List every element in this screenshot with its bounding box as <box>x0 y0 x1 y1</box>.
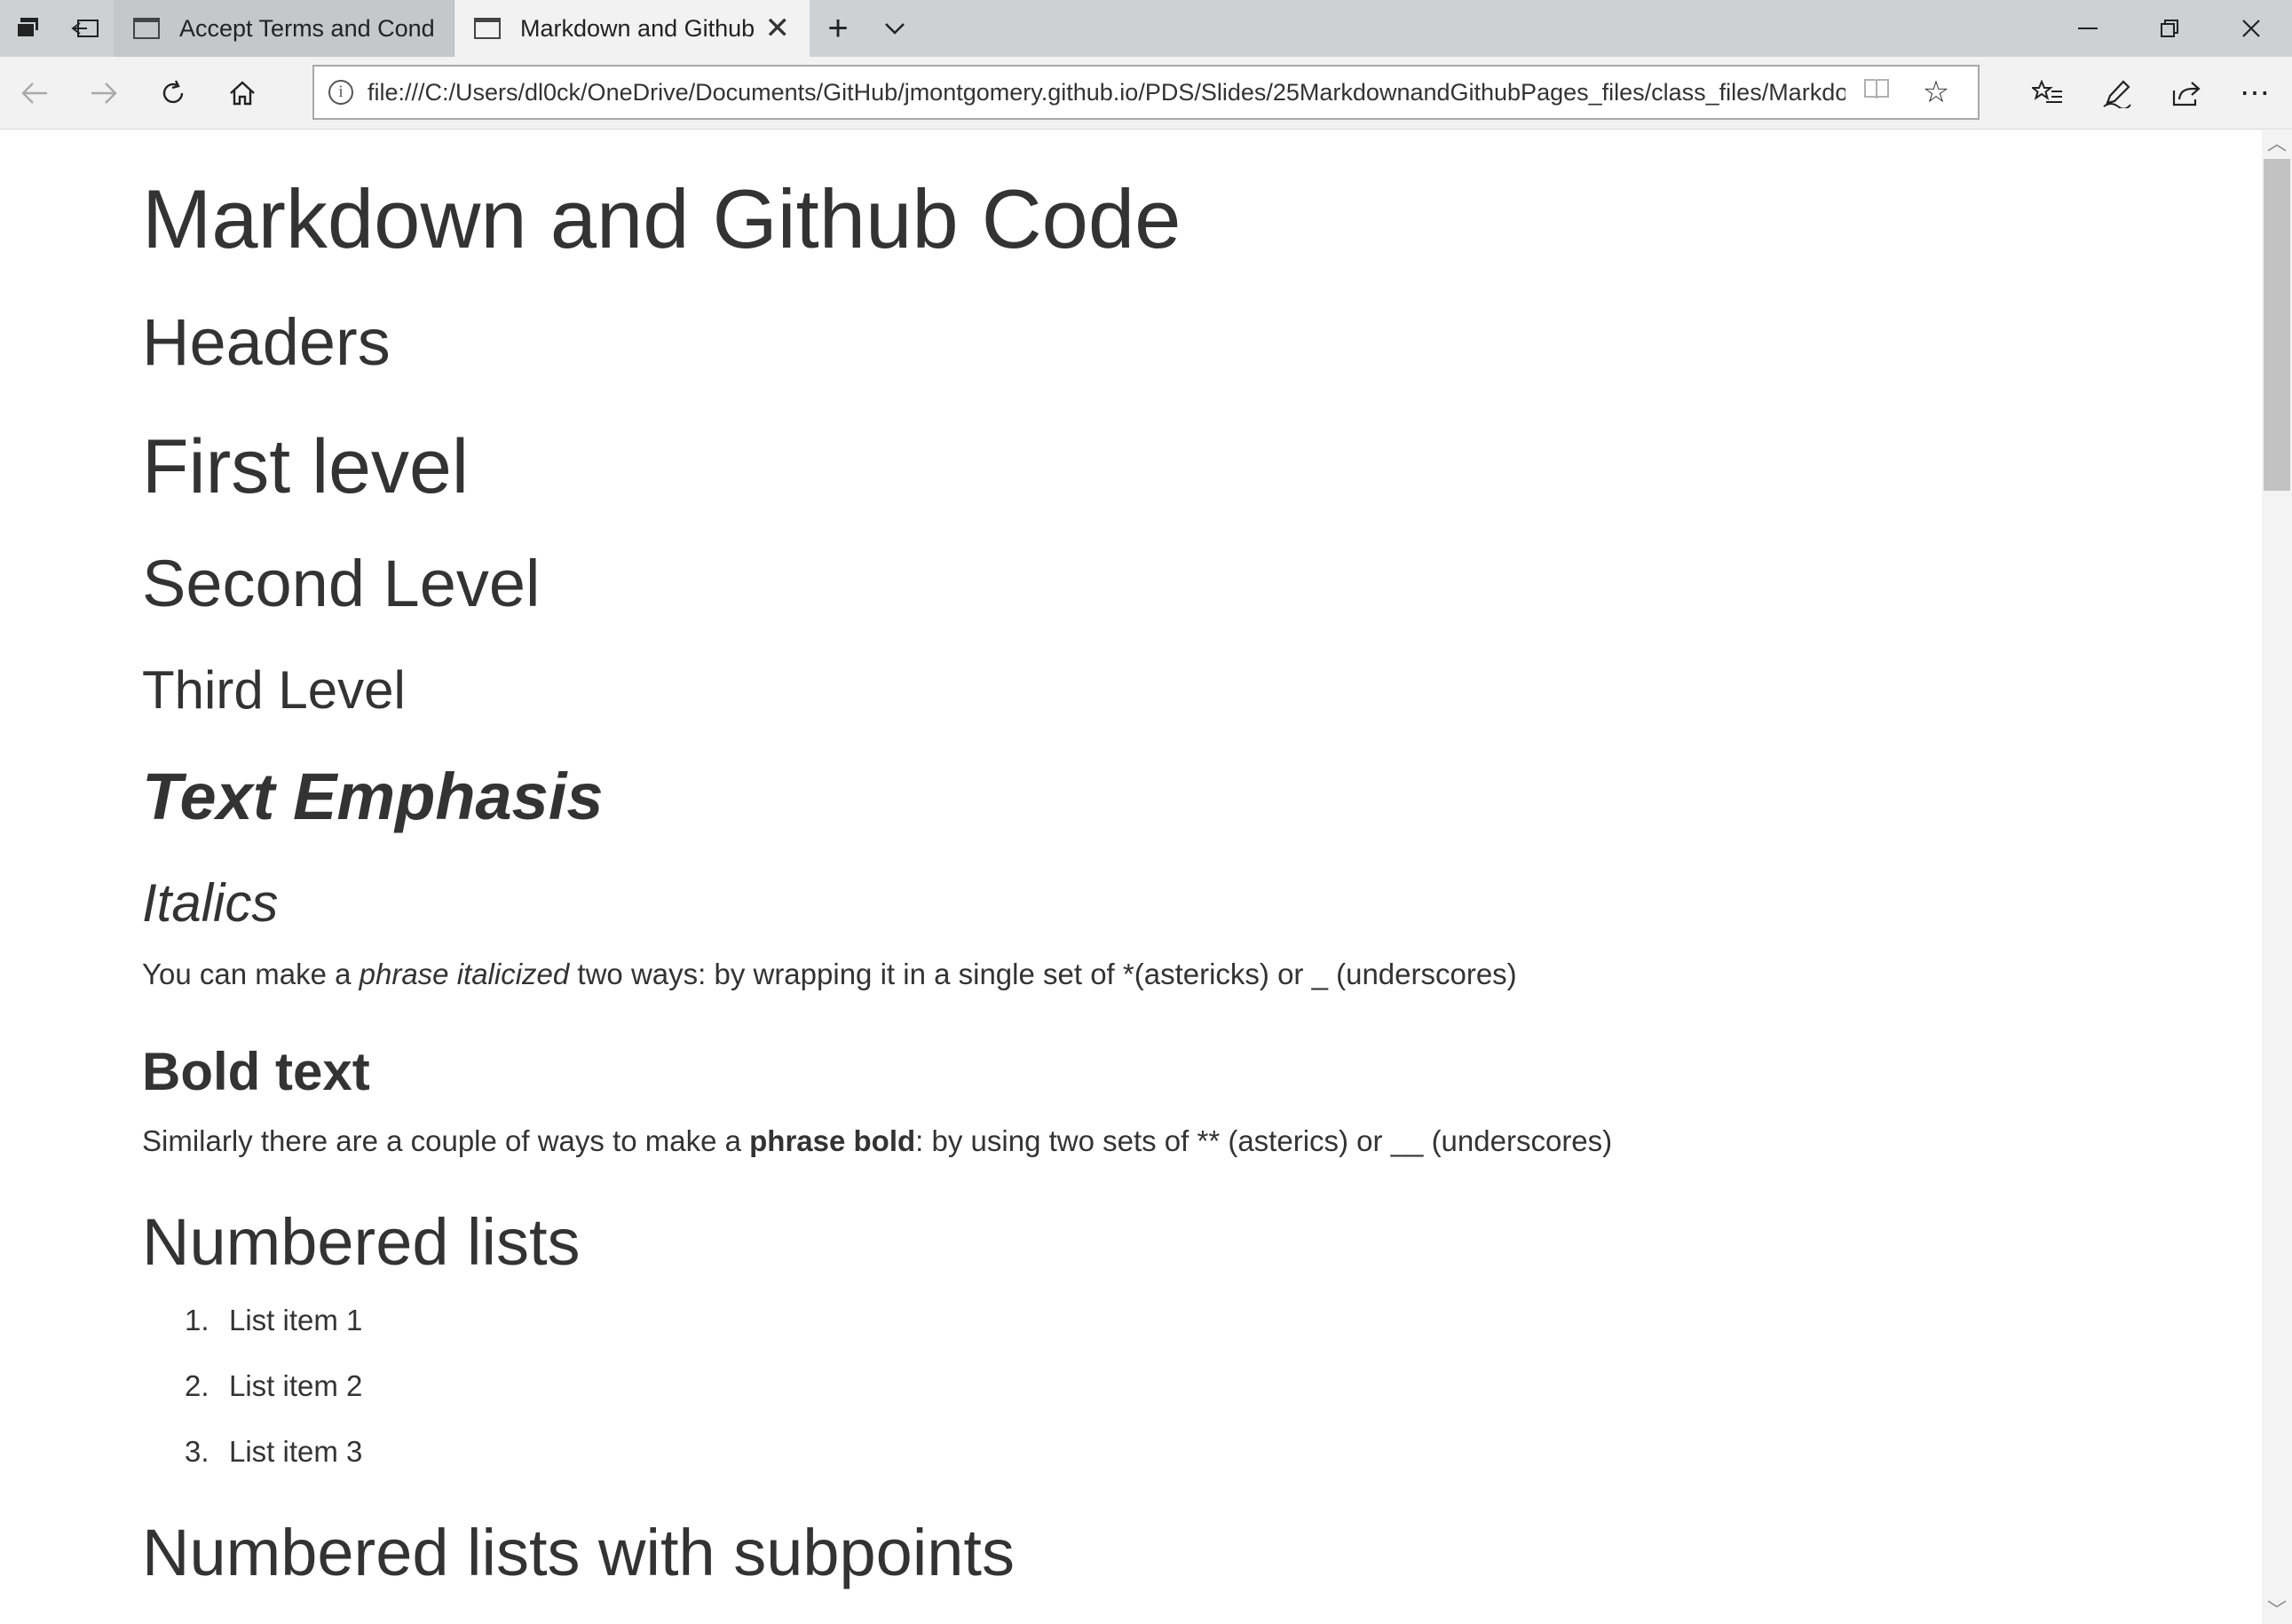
scroll-down-arrow-icon[interactable]: ﹀ <box>2262 1597 2292 1624</box>
third-level-heading: Third Level <box>142 660 406 720</box>
tab-preview-chevron-icon[interactable] <box>866 0 923 57</box>
bold-paragraph-text: Similarly there are a couple of ways to … <box>142 1124 750 1157</box>
vertical-scrollbar[interactable]: ︿ ﹀ <box>2262 130 2292 1624</box>
italics-paragraph-text: two ways: by wrapping it in a single set… <box>569 958 1517 990</box>
italics-paragraph-text: You can make a <box>142 958 360 990</box>
reading-view-icon[interactable] <box>1845 77 1908 107</box>
list-item-number: 1. <box>185 1304 209 1336</box>
italics-paragraph: You can make a phrase italicized two way… <box>142 958 1517 991</box>
first-level-heading: First level <box>142 424 469 509</box>
forward-arrow-icon[interactable] <box>69 59 138 128</box>
set-aside-tabs-icon[interactable] <box>57 0 114 57</box>
bold-paragraph: Similarly there are a couple of ways to … <box>142 1124 1612 1158</box>
restore-icon[interactable] <box>2129 0 2210 57</box>
refresh-icon[interactable] <box>138 59 208 128</box>
tab-title: Markdown and Github ( <box>520 14 756 42</box>
tab-markdown-github[interactable]: Markdown and Github ( ✕ <box>454 0 810 57</box>
tab-title: Accept Terms and Conditior <box>179 14 434 42</box>
list-item-number: 2. <box>185 1369 209 1402</box>
page-favicon-icon <box>474 18 501 39</box>
more-ellipsis-icon[interactable]: ⋯ <box>2221 59 2290 128</box>
scrollbar-thumb[interactable] <box>2264 159 2290 491</box>
close-tab-icon[interactable]: ✕ <box>765 11 791 46</box>
italics-heading: Italics <box>142 873 279 933</box>
bold-paragraph-text: : by using two sets of ** (asterics) or … <box>915 1124 1613 1157</box>
list-item-text: List item 1 <box>229 1304 363 1336</box>
url-field[interactable]: file:///C:/Users/dl0ck/OneDrive/Document… <box>368 79 1845 106</box>
new-tab-icon[interactable]: + <box>810 0 866 57</box>
pen-icon[interactable] <box>2083 59 2152 128</box>
favorites-list-icon[interactable] <box>2013 59 2083 128</box>
navigation-bar: i file:///C:/Users/dl0ck/OneDrive/Docume… <box>0 57 2292 130</box>
tab-actions-icon[interactable] <box>0 0 57 57</box>
page-title: Markdown and Github Code <box>142 172 1182 265</box>
bold-phrase: phrase bold <box>749 1124 916 1157</box>
list-item-number: 3. <box>185 1435 209 1468</box>
scroll-up-arrow-icon[interactable]: ︿ <box>2262 130 2292 157</box>
page-viewport: Markdown and Github Code Headers First l… <box>0 130 2262 1624</box>
home-icon[interactable] <box>208 59 277 128</box>
minimize-icon[interactable] <box>2047 0 2129 57</box>
list-item-text: List item 2 <box>229 1369 363 1402</box>
headers-heading: Headers <box>142 305 391 379</box>
bold-text-heading: Bold text <box>142 1042 370 1101</box>
text-emphasis-heading: Text Emphasis <box>142 760 604 833</box>
list-item-text: List item 3 <box>229 1435 363 1468</box>
address-bar[interactable]: i file:///C:/Users/dl0ck/OneDrive/Docume… <box>312 65 1980 120</box>
star-icon[interactable]: ☆ <box>1908 75 1964 110</box>
tab-strip: Accept Terms and Conditior Markdown and … <box>0 0 2292 57</box>
tab-accept-terms[interactable]: Accept Terms and Conditior <box>114 0 454 57</box>
numbered-lists-heading: Numbered lists <box>142 1205 581 1279</box>
page-favicon-icon <box>133 18 160 39</box>
subpoints-heading: Numbered lists with subpoints <box>142 1516 1015 1589</box>
info-icon[interactable]: i <box>314 80 368 105</box>
second-level-heading: Second Level <box>142 547 541 620</box>
italic-phrase: phrase italicized <box>359 958 570 990</box>
close-window-icon[interactable] <box>2210 0 2292 57</box>
share-icon[interactable] <box>2152 59 2221 128</box>
back-arrow-icon[interactable] <box>0 59 69 128</box>
